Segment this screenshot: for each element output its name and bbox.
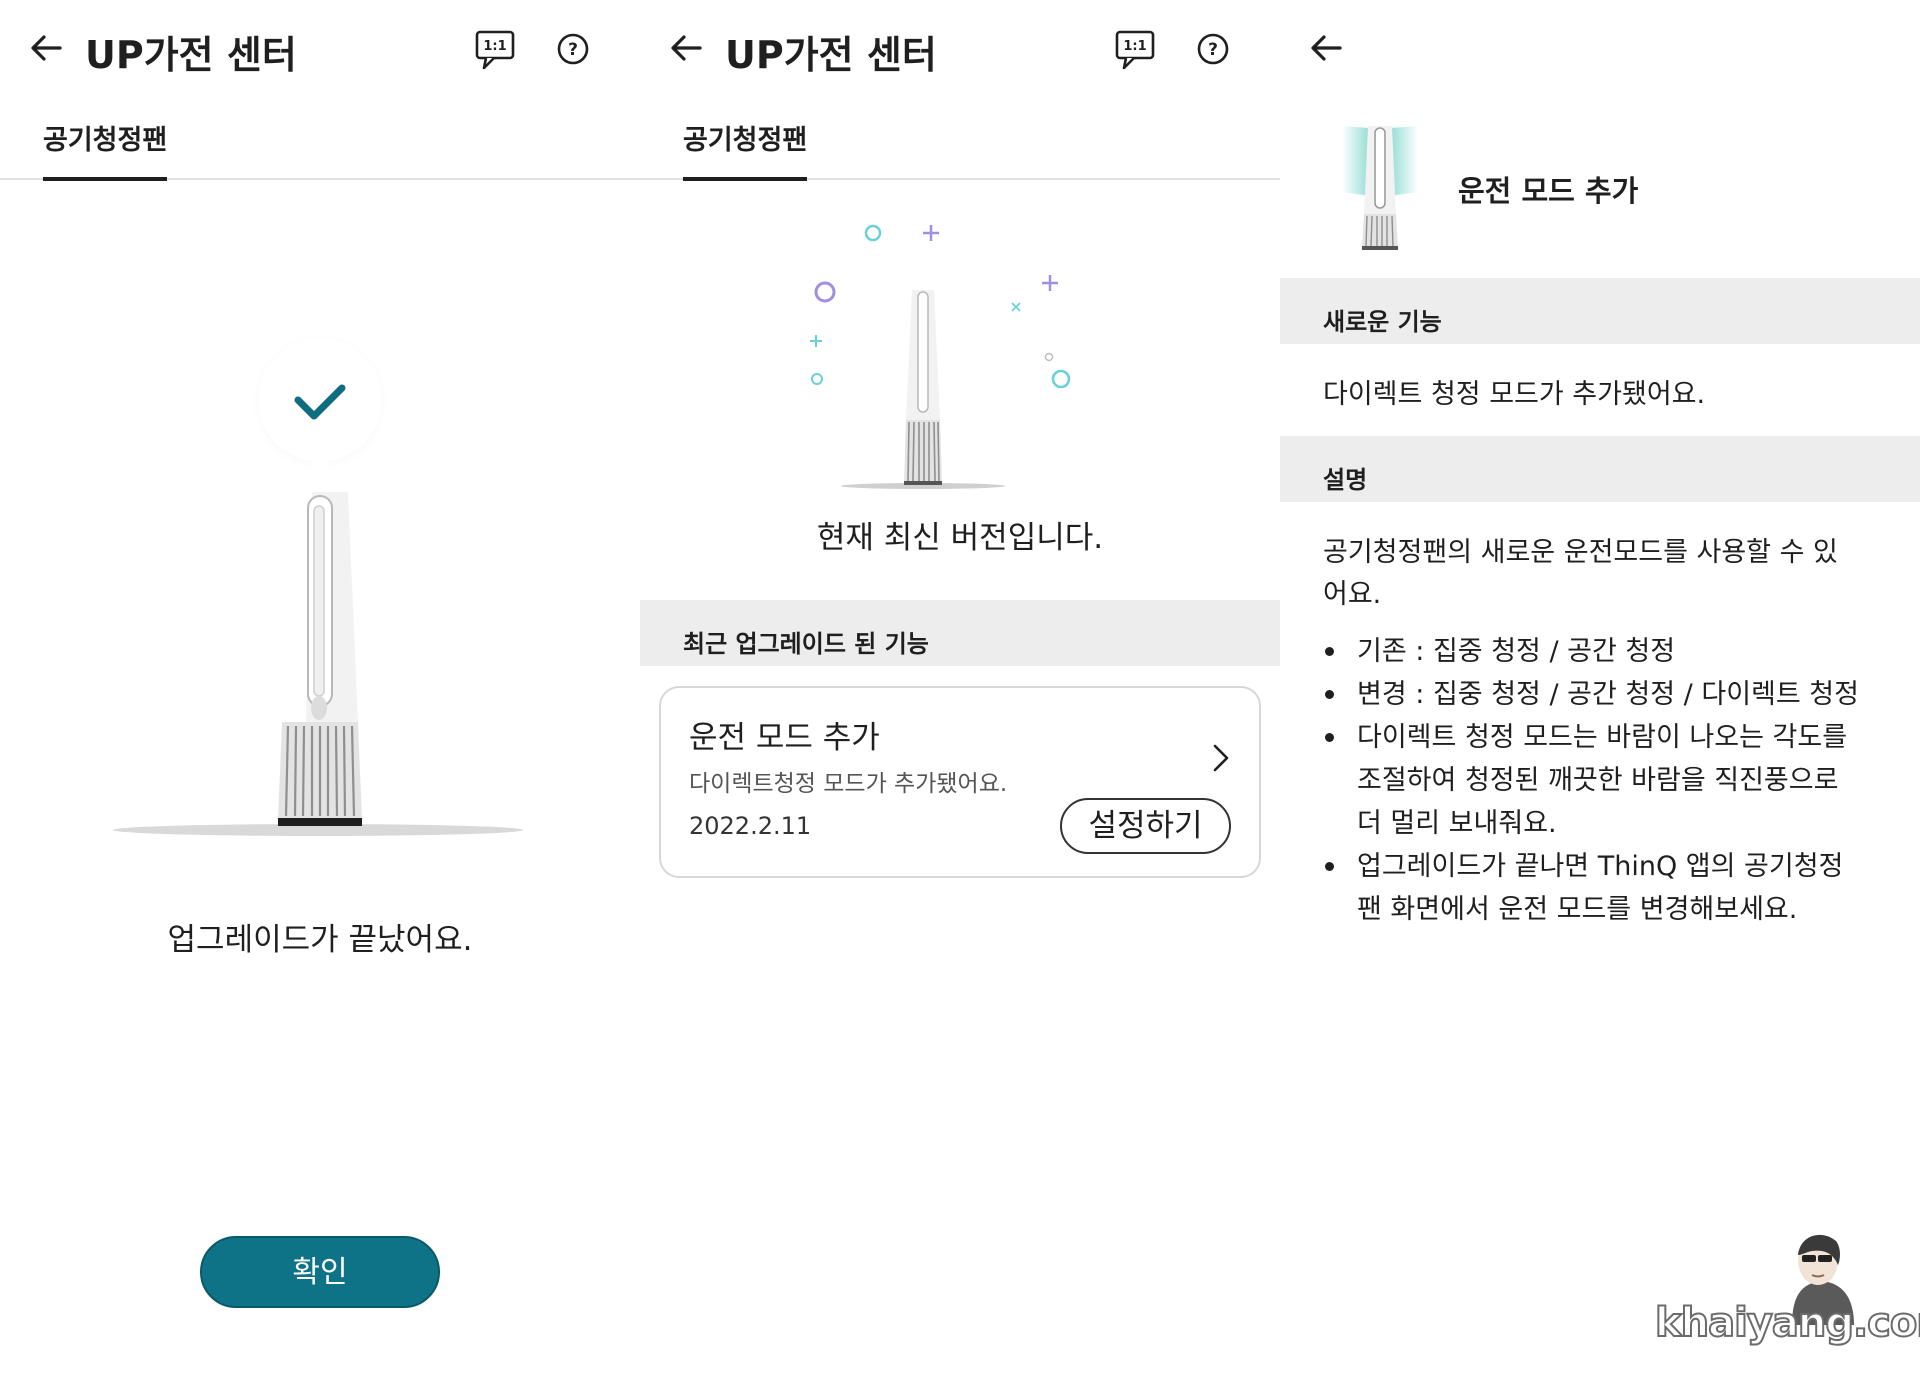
feature-title: 운전 모드 추가 bbox=[1458, 174, 1639, 208]
svg-text:?: ? bbox=[1208, 40, 1218, 60]
app-header bbox=[1280, 0, 1920, 100]
air-purifier-fan-illustration bbox=[113, 332, 523, 836]
feature-bullet-list: 기존 : 집중 청정 / 공간 청정 변경 : 집중 청정 / 공간 청정 / … bbox=[1323, 630, 1883, 931]
one-to-one-chat-icon[interactable]: 1:1 bbox=[1114, 27, 1158, 73]
chevron-right-icon[interactable] bbox=[1206, 740, 1236, 776]
feature-date: 2022.2.11 bbox=[689, 812, 812, 840]
confirm-button[interactable]: 확인 bbox=[200, 1236, 440, 1308]
upgrade-status-text: 업그레이드가 끝났어요. bbox=[167, 922, 473, 958]
upgrade-feature-card[interactable]: 운전 모드 추가 다이렉트청정 모드가 추가됐어요. 2022.2.11 설정하… bbox=[659, 686, 1261, 878]
svg-text:1:1: 1:1 bbox=[1123, 39, 1146, 54]
svg-text:?: ? bbox=[568, 40, 578, 60]
back-arrow-icon[interactable] bbox=[666, 28, 706, 68]
bullet-item: 기존 : 집중 청정 / 공간 청정 bbox=[1323, 630, 1883, 673]
question-circle-icon[interactable]: ? bbox=[556, 32, 590, 66]
one-to-one-chat-icon[interactable]: 1:1 bbox=[474, 27, 518, 73]
description-header: 설명 bbox=[1280, 436, 1920, 502]
back-arrow-icon[interactable] bbox=[1306, 28, 1346, 68]
back-arrow-icon[interactable] bbox=[26, 28, 66, 68]
upgrade-center-screen: UP가전 센터 1:1 ? 공기청정팬 현재 최신 버전입니다. 최근 업그레이… bbox=[640, 0, 1280, 1375]
settings-button[interactable]: 설정하기 bbox=[1060, 798, 1231, 854]
description-line: 공기청정팬의 새로운 운전모드를 사용할 수 있 bbox=[1323, 537, 1838, 568]
tab-air-purifier-fan[interactable]: 공기청정팬 bbox=[43, 118, 168, 181]
page-title: UP가전 센터 bbox=[725, 33, 937, 77]
recent-upgrades-header: 최근 업그레이드 된 기능 bbox=[640, 600, 1280, 666]
air-purifier-fan-sparkle-illustration bbox=[810, 224, 1071, 489]
feature-title: 운전 모드 추가 bbox=[689, 720, 880, 756]
watermark-text: khaiyang.com bbox=[1654, 1299, 1920, 1347]
app-header: UP가전 센터 1:1 ? bbox=[640, 0, 1280, 100]
feature-description: 다이렉트청정 모드가 추가됐어요. bbox=[689, 771, 1008, 797]
tab-air-purifier-fan[interactable]: 공기청정팬 bbox=[683, 118, 808, 181]
bullet-item: 다이렉트 청정 모드는 바람이 나오는 각도를 조절하여 청정된 깨끗한 바람을… bbox=[1323, 716, 1863, 845]
upgrade-complete-screen: UP가전 센터 1:1 ? 공기청정팬 업그레이드가 끝났어요. 확인 bbox=[0, 0, 640, 1375]
page-title: UP가전 센터 bbox=[85, 33, 297, 77]
bullet-item: 업그레이드가 끝나면 ThinQ 앱의 공기청정팬 화면에서 운전 모드를 변경… bbox=[1323, 845, 1863, 931]
bullet-item: 변경 : 집중 청정 / 공간 청정 / 다이렉트 청정 bbox=[1323, 673, 1883, 716]
tab-bar: 공기청정팬 bbox=[0, 108, 640, 181]
direct-mode-product-thumbnail bbox=[1342, 126, 1418, 250]
version-status-text: 현재 최신 버전입니다. bbox=[816, 520, 1104, 556]
new-feature-text: 다이렉트 청정 모드가 추가됐어요. bbox=[1323, 379, 1706, 410]
question-circle-icon[interactable]: ? bbox=[1196, 32, 1230, 66]
app-header: UP가전 센터 1:1 ? bbox=[0, 0, 640, 100]
section-title: 새로운 기능 bbox=[1323, 308, 1442, 336]
description-line: 어요. bbox=[1323, 579, 1382, 610]
tab-bar: 공기청정팬 bbox=[640, 108, 1280, 181]
section-title: 최근 업그레이드 된 기능 bbox=[683, 630, 929, 658]
new-feature-header: 새로운 기능 bbox=[1280, 278, 1920, 344]
svg-text:1:1: 1:1 bbox=[483, 39, 506, 54]
section-title: 설명 bbox=[1323, 466, 1368, 494]
feature-detail-screen: 운전 모드 추가 새로운 기능 다이렉트 청정 모드가 추가됐어요. 설명 공기… bbox=[1280, 0, 1920, 1375]
